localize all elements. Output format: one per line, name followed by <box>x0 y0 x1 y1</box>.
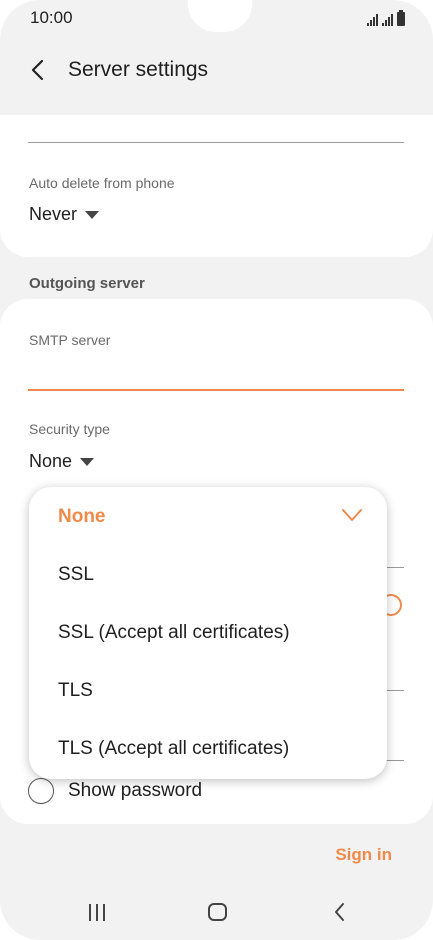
menu-item-none[interactable]: None <box>29 488 387 546</box>
battery-icon <box>397 10 405 26</box>
smtp-server-underline <box>28 389 404 391</box>
chevron-left-icon <box>31 59 44 81</box>
menu-item-label: SSL <box>58 564 94 585</box>
home-icon <box>207 903 227 921</box>
menu-item-ssl-accept-all[interactable]: SSL (Accept all certificates) <box>29 604 387 662</box>
menu-item-label: None <box>58 506 106 527</box>
page-title: Server settings <box>68 58 209 81</box>
navigation-bar <box>0 885 433 940</box>
check-icon <box>342 509 362 521</box>
smtp-server-label: SMTP server <box>29 332 111 348</box>
field-underline-partial <box>386 567 404 568</box>
back-button[interactable] <box>26 56 50 84</box>
caret-down-icon <box>80 457 95 466</box>
security-type-menu: None SSL SSL (Accept all certificates) T… <box>29 487 387 779</box>
menu-item-tls[interactable]: TLS <box>29 662 387 720</box>
security-type-dropdown[interactable]: None <box>29 451 95 472</box>
menu-item-label: SSL (Accept all certificates) <box>58 622 290 643</box>
show-password-label: Show password <box>68 780 203 801</box>
menu-item-label: TLS (Accept all certificates) <box>58 738 290 759</box>
incoming-settings-card: Auto delete from phone Never <box>0 115 433 257</box>
home-button[interactable] <box>197 897 237 927</box>
nav-back-icon <box>335 903 344 921</box>
auto-delete-value: Never <box>29 204 78 224</box>
radio-unchecked-icon <box>28 778 54 804</box>
status-time: 10:00 <box>30 8 73 27</box>
app-header: Server settings <box>0 50 433 90</box>
auto-delete-dropdown[interactable]: Never <box>29 204 100 225</box>
menu-item-tls-accept-all[interactable]: TLS (Accept all certificates) <box>29 720 387 778</box>
recents-icon <box>89 903 105 921</box>
status-icons <box>367 10 405 26</box>
nav-back-button[interactable] <box>320 897 360 927</box>
auto-delete-label: Auto delete from phone <box>29 175 175 191</box>
status-bar: 10:00 <box>0 0 433 36</box>
smtp-server-input[interactable] <box>28 356 404 388</box>
field-underline-partial <box>386 760 404 761</box>
security-type-value: None <box>29 451 73 471</box>
menu-item-label: TLS <box>58 680 93 701</box>
previous-field-underline <box>28 142 404 143</box>
show-password-toggle[interactable]: Show password <box>28 778 202 804</box>
field-underline-partial <box>386 690 404 691</box>
sign-in-button[interactable]: Sign in <box>335 845 392 865</box>
recents-button[interactable] <box>77 897 117 927</box>
phone-screen: 10:00 Server settings Auto delete from p… <box>0 0 433 940</box>
caret-down-icon <box>85 210 100 219</box>
security-type-label: Security type <box>29 421 110 437</box>
signal-icon-2 <box>382 14 393 26</box>
signal-icon <box>367 14 378 26</box>
outgoing-server-header: Outgoing server <box>29 275 145 292</box>
menu-item-ssl[interactable]: SSL <box>29 546 387 604</box>
camera-notch <box>188 0 252 32</box>
